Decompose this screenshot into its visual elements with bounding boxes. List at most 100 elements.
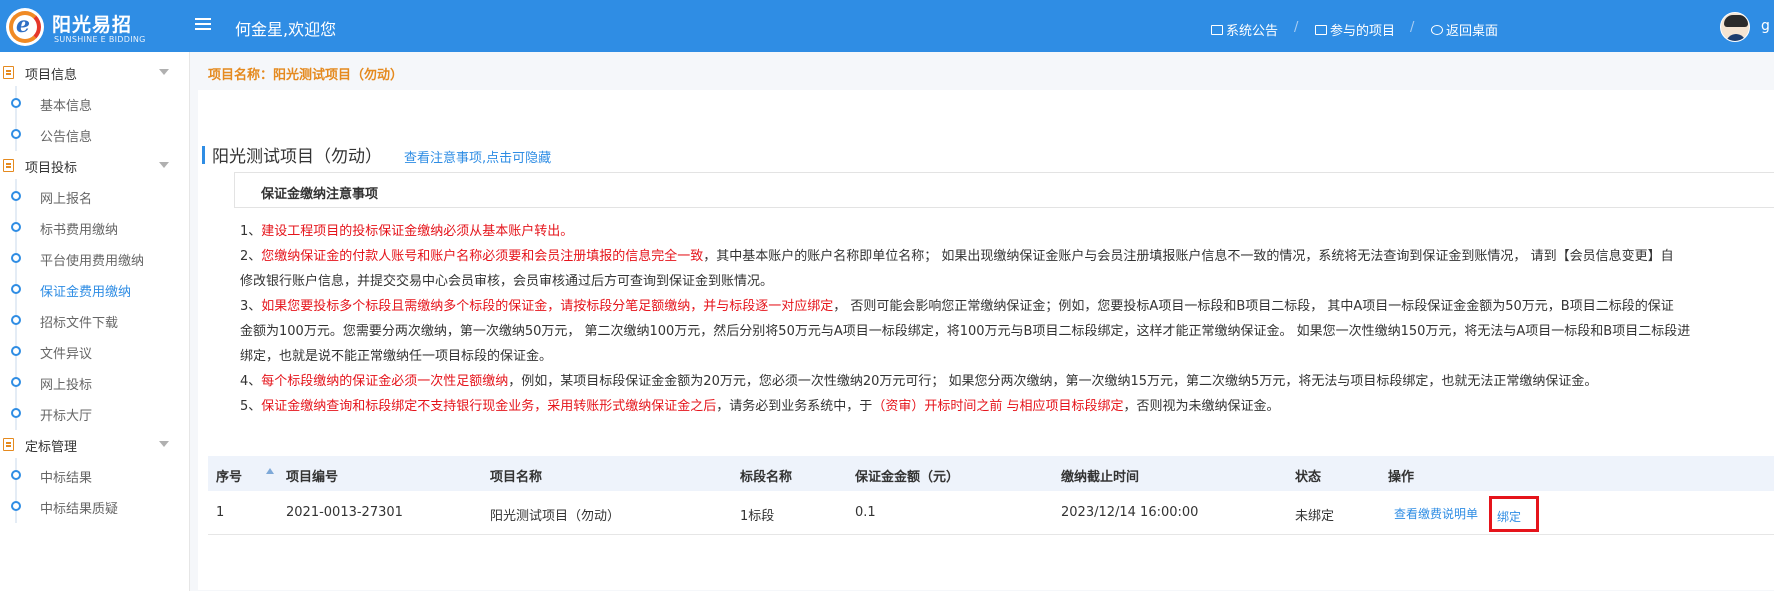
user-name[interactable]: g <box>1761 18 1770 34</box>
bullet-icon <box>11 191 21 201</box>
bullet-icon <box>11 253 21 263</box>
chevron-down-icon <box>159 69 169 75</box>
menu-toggle-icon[interactable] <box>195 18 211 32</box>
document-icon <box>3 159 14 172</box>
sort-asc-icon[interactable] <box>266 468 274 474</box>
column-header[interactable]: 项目名称 <box>490 466 542 485</box>
cell-amount: 0.1 <box>855 505 876 520</box>
sidebar-item-label: 平台使用费用缴纳 <box>40 254 145 269</box>
logo-subtitle: SUNSHINE E BIDDING <box>54 35 146 44</box>
nav-back-desktop[interactable]: 返回桌面 <box>1431 20 1498 39</box>
sidebar-item-label: 中标结果 <box>40 471 93 486</box>
bullet-icon <box>11 98 21 108</box>
nav-my-projects-label: 参与的项目 <box>1330 24 1396 39</box>
cell-deadline: 2023/12/14 16:00:00 <box>1061 505 1199 520</box>
view-payment-note-link[interactable]: 查看缴费说明单 <box>1394 505 1478 522</box>
bullet-icon <box>11 284 21 294</box>
bind-button-highlight[interactable]: 绑定 <box>1489 496 1539 532</box>
sidebar-item-objection[interactable]: 文件异议 <box>0 334 190 368</box>
bullet-icon <box>11 377 21 387</box>
sidebar-item-label: 招标文件下载 <box>40 316 119 331</box>
nav-separator: / <box>1410 20 1415 35</box>
sidebar-item-label: 文件异议 <box>40 347 93 362</box>
nav-separator: / <box>1294 20 1299 35</box>
sidebar-item-label: 网上报名 <box>40 192 93 207</box>
bullet-icon <box>11 408 21 418</box>
main-content: 项目名称：阳光测试项目（勿动） 阳光测试项目（勿动） 查看注意事项,点击可隐藏 … <box>190 52 1774 591</box>
bind-link[interactable]: 绑定 <box>1497 508 1521 525</box>
sidebar-item-label: 公告信息 <box>40 130 93 145</box>
sidebar-item-award-objection[interactable]: 中标结果质疑 <box>0 489 190 523</box>
column-header[interactable]: 缴纳截止时间 <box>1061 466 1139 485</box>
sidebar-item-bid-opening-hall[interactable]: 开标大厅 <box>0 396 190 430</box>
top-header: e 阳光易招 SUNSHINE E BIDDING 何金星,欢迎您 系统公告 /… <box>0 0 1774 52</box>
column-header[interactable]: 项目编号 <box>286 466 338 485</box>
chevron-down-icon <box>159 162 169 168</box>
bullet-icon <box>11 346 21 356</box>
document-icon <box>3 438 14 451</box>
table-row: 1 2021-0013-27301 阳光测试项目（勿动） 1标段 0.1 202… <box>208 491 1774 535</box>
nav-system-notice-label: 系统公告 <box>1226 24 1279 39</box>
sidebar-item-online-registration[interactable]: 网上报名 <box>0 179 190 213</box>
user-avatar[interactable] <box>1720 12 1750 42</box>
mail-icon <box>1211 24 1223 35</box>
bullet-icon <box>11 501 21 511</box>
title-accent-bar <box>202 146 205 164</box>
notice-line-5: 5、保证金缴纳查询和标段绑定不支持银行现金业务，采用转账形式缴纳保证金之后，请务… <box>240 399 1280 414</box>
page-title: 阳光测试项目（勿动） <box>212 147 382 167</box>
welcome-text: 何金星,欢迎您 <box>235 20 337 39</box>
sidebar: 项目信息 基本信息 公告信息 项目投标 网上报名 标书费用缴纳 平台使用费用缴纳… <box>0 52 190 591</box>
sidebar-item-document-fee[interactable]: 标书费用缴纳 <box>0 210 190 244</box>
sidebar-item-label: 标书费用缴纳 <box>40 223 119 238</box>
briefcase-icon <box>1315 24 1327 35</box>
logo-letter-e: e <box>16 12 30 38</box>
sidebar-group-bidding[interactable]: 项目投标 <box>0 148 190 182</box>
sidebar-item-award-result[interactable]: 中标结果 <box>0 458 190 492</box>
sidebar-item-announcement[interactable]: 公告信息 <box>0 117 190 151</box>
cell-index: 1 <box>216 505 225 520</box>
nav-back-desktop-label: 返回桌面 <box>1446 24 1499 39</box>
nav-system-notice[interactable]: 系统公告 <box>1211 20 1278 39</box>
sidebar-item-tender-download[interactable]: 招标文件下载 <box>0 303 190 337</box>
nav-my-projects[interactable]: 参与的项目 <box>1315 20 1395 39</box>
brand-logo[interactable]: e 阳光易招 SUNSHINE E BIDDING <box>6 6 166 46</box>
sidebar-group-project-info[interactable]: 项目信息 <box>0 55 190 89</box>
sidebar-item-basic-info[interactable]: 基本信息 <box>0 86 190 120</box>
notice-header: 保证金缴纳注意事项 <box>234 172 1774 208</box>
refresh-icon <box>1431 24 1443 35</box>
column-header[interactable]: 序号 <box>216 466 242 485</box>
notice-line-3b: 金额为100万元。您需要分两次缴纳，第一次缴纳50万元， 第二次缴纳100万元，… <box>240 324 1691 339</box>
sidebar-item-label: 基本信息 <box>40 99 93 114</box>
bullet-icon <box>11 129 21 139</box>
column-header[interactable]: 保证金金额（元） <box>855 466 959 485</box>
notice-line-2: 2、您缴纳保证金的付款人账号和账户名称必须要和会员注册填报的信息完全一致，其中基… <box>240 249 1674 264</box>
column-header[interactable]: 标段名称 <box>740 466 792 485</box>
notice-heading: 保证金缴纳注意事项 <box>261 187 379 202</box>
cell-project-name: 阳光测试项目（勿动） <box>490 509 621 524</box>
notice-toggle-link[interactable]: 查看注意事项,点击可隐藏 <box>404 147 551 166</box>
sidebar-group-label: 定标管理 <box>25 440 78 455</box>
cell-section: 1标段 <box>740 509 775 524</box>
sidebar-group-award[interactable]: 定标管理 <box>0 427 190 461</box>
bullet-icon <box>11 470 21 480</box>
sidebar-item-platform-fee[interactable]: 平台使用费用缴纳 <box>0 241 190 275</box>
breadcrumb: 项目名称：阳光测试项目（勿动） <box>208 68 404 83</box>
sidebar-group-label: 项目信息 <box>25 68 78 83</box>
sidebar-item-label: 中标结果质疑 <box>40 502 119 517</box>
logo-title: 阳光易招 <box>52 14 133 36</box>
chevron-down-icon <box>159 441 169 447</box>
notice-line-4: 4、每个标段缴纳的保证金必须一次性足额缴纳，例如，某项目标段保证金金额为20万元… <box>240 374 1598 389</box>
cell-project-code: 2021-0013-27301 <box>286 505 403 520</box>
notice-line-3c: 绑定，也就是说不能正常缴纳任一项目标段的保证金。 <box>240 349 553 364</box>
cell-status: 未绑定 <box>1295 509 1335 524</box>
column-header[interactable]: 状态 <box>1295 466 1321 485</box>
notice-panel: 保证金缴纳注意事项 1、建设工程项目的投标保证金缴纳必须从基本账户转出。 2、您… <box>234 172 1774 497</box>
sidebar-group-label: 项目投标 <box>25 161 78 176</box>
table-header: 序号 项目编号 项目名称 标段名称 保证金金额（元） 缴纳截止时间 状态 操作 <box>208 456 1774 491</box>
sidebar-item-online-bid[interactable]: 网上投标 <box>0 365 190 399</box>
sidebar-item-label: 保证金费用缴纳 <box>40 285 132 300</box>
sidebar-item-label: 网上投标 <box>40 378 93 393</box>
bullet-icon <box>11 222 21 232</box>
sidebar-item-deposit-fee[interactable]: 保证金费用缴纳 <box>0 272 190 306</box>
column-header: 操作 <box>1388 470 1415 485</box>
